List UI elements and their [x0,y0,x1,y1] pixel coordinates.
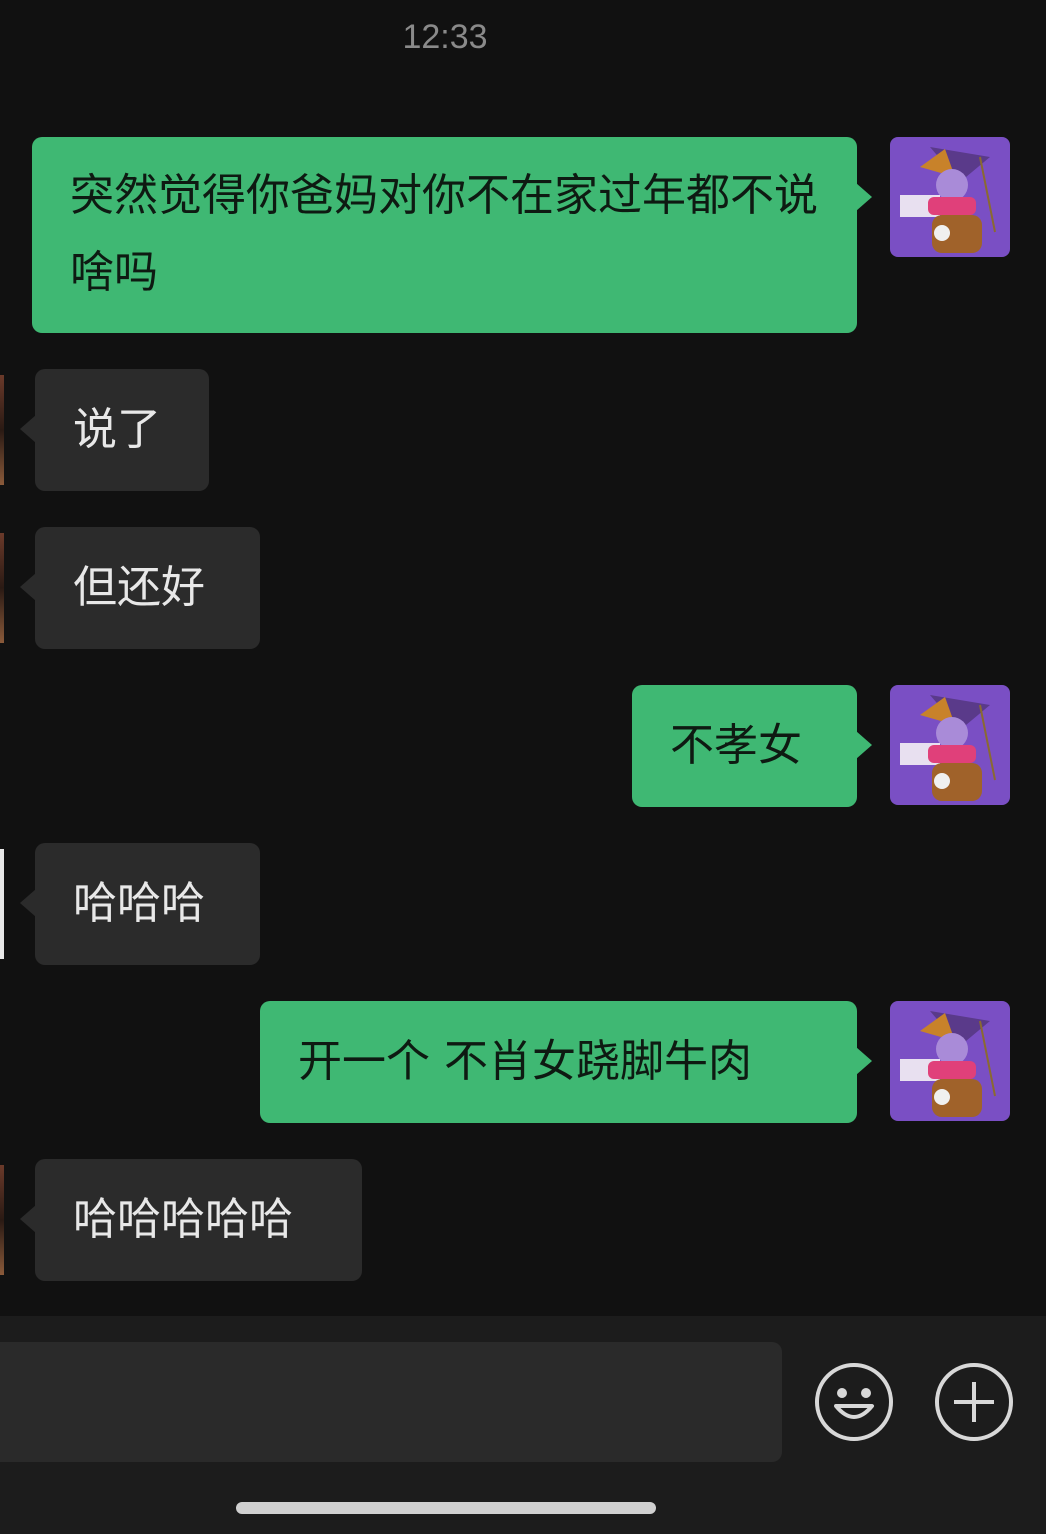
emoji-button[interactable] [814,1362,894,1442]
message-bubble-outgoing[interactable]: 突然觉得你爸妈对你不在家过年都不说啥吗 [32,137,872,333]
my-avatar[interactable] [890,1001,1010,1121]
message-bubble-outgoing[interactable]: 不孝女 [632,685,872,807]
message-bubble-incoming[interactable]: 但还好 [20,527,260,649]
peer-avatar[interactable] [0,533,4,643]
message-bubble-incoming[interactable]: 哈哈哈哈哈 [20,1159,362,1281]
home-indicator[interactable] [236,1502,656,1514]
my-avatar[interactable] [890,685,1010,805]
my-avatar[interactable] [890,137,1010,257]
message-input[interactable] [0,1342,782,1462]
message-bubble-incoming[interactable]: 哈哈哈 [20,843,260,965]
avatar-image [890,1001,1010,1121]
emoji-face-icon [815,1363,893,1441]
peer-avatar[interactable] [0,849,4,959]
avatar-image [890,685,1010,805]
avatar-image [890,137,1010,257]
peer-avatar[interactable] [0,375,4,485]
message-bubble-outgoing[interactable]: 开一个 不肖女跷脚牛肉 [260,1001,872,1123]
plus-circle-icon [935,1363,1013,1441]
chat-timestamp: 12:33 [402,18,488,56]
peer-avatar[interactable] [0,1165,4,1275]
add-button[interactable] [934,1362,1014,1442]
message-bubble-incoming[interactable]: 说了 [20,369,209,491]
